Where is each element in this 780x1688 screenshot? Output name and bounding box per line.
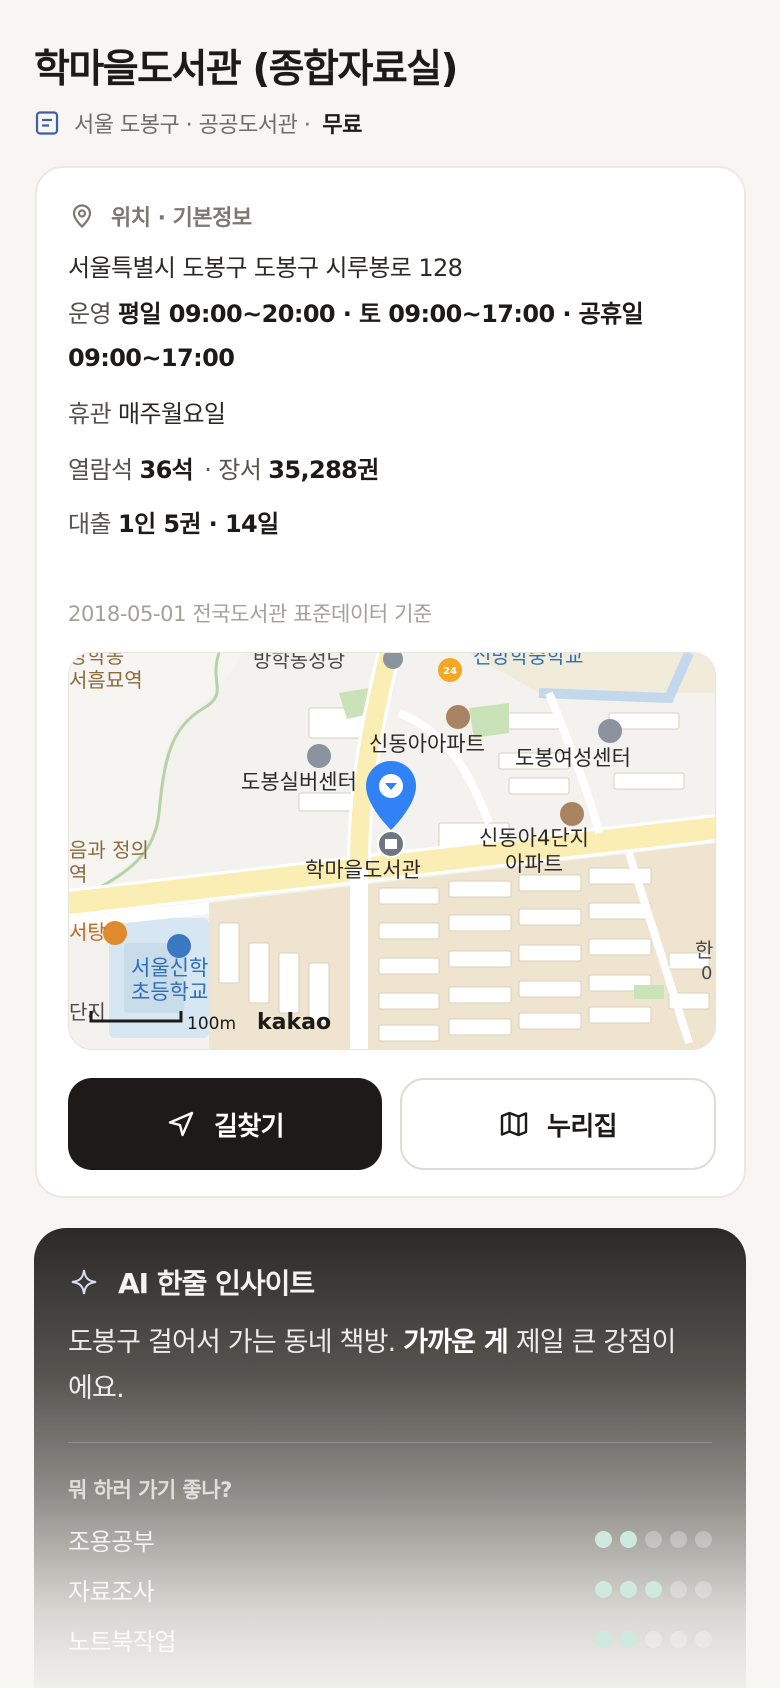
location-map[interactable]: 24 방학동성당 신방학중학교 신동아아파트 도봉여성센터 도봉실버센터 학마을…: [68, 652, 716, 1050]
rating-dot-empty: [695, 1530, 712, 1548]
address: 서울특별시 도봉구 도봉구 시루봉로 128: [68, 254, 463, 282]
rating-dot-filled: [645, 1580, 662, 1598]
map-label-left-top1: 방학동: [69, 653, 124, 668]
map-label-left-food: 서탕: [69, 920, 106, 944]
rating-dot-filled: [595, 1630, 612, 1648]
ai-insight-text: 도봉구 걸어서 가는 동네 책방. 가까운 게 제일 큰 강점이에요.: [68, 1320, 688, 1412]
books-value: 35,288권: [268, 456, 379, 484]
svg-text:24: 24: [443, 666, 457, 677]
loan-label: 대출: [68, 510, 112, 538]
page-title: 학마을도서관 (종합자료실): [34, 47, 458, 92]
map-fold-icon: [499, 1109, 529, 1139]
location-pin-icon: [69, 203, 95, 229]
map-label-apt1: 신동아아파트: [369, 732, 485, 756]
rating-row: 조용공부: [68, 1524, 712, 1556]
rating-dots: [595, 1530, 712, 1548]
ai-text-highlight: 가까운 게: [403, 1327, 509, 1358]
rating-dot-filled: [620, 1580, 637, 1598]
hours-label: 운영: [68, 300, 112, 328]
opening-hours: 운영 평일 09:00~20:00 · 토 09:00~17:00 · 공휴일 …: [68, 292, 688, 380]
closed-label: 휴관: [68, 400, 112, 428]
map-brand-logo: kakao: [257, 1010, 331, 1035]
rating-row: 자료조사: [68, 1574, 712, 1606]
rating-dot-filled: [595, 1530, 612, 1548]
map-label-apt2-line2: 아파트: [505, 852, 563, 876]
map-label-elem-line2: 초등학교: [131, 980, 208, 1004]
ai-insight-title: AI 한줄 인사이트: [118, 1267, 315, 1300]
rating-dot-filled: [595, 1580, 612, 1598]
rating-dot-filled: [620, 1630, 637, 1648]
rating-name: 조용공부: [68, 1527, 155, 1556]
section-heading: 위치 · 기본정보: [69, 200, 252, 232]
map-label-right-edge1: 한: [695, 938, 713, 962]
loan-policy: 대출 1인 5권 · 14일: [68, 504, 279, 539]
rating-dot-empty: [645, 1530, 662, 1548]
section-title: 위치 · 기본정보: [111, 206, 252, 231]
library-meta: 서울 도봉구 · 공공도서관 · 무료: [34, 106, 362, 140]
capacity: 열람석 36석 · 장서 35,288권: [68, 456, 379, 484]
map-label-senior-center: 도봉실버센터: [241, 770, 357, 794]
seats-label: 열람석: [68, 456, 133, 484]
map-label-elem-line1: 서울신학: [131, 956, 208, 980]
rating-dot-empty: [695, 1630, 712, 1648]
rating-dots: [595, 1580, 712, 1598]
hours-value: 평일 09:00~20:00 · 토 09:00~17:00 · 공휴일 09:…: [68, 300, 644, 372]
meta-text: 서울 도봉구 · 공공도서관 ·: [74, 113, 311, 138]
map-label-middle-school: 신방학중학교: [473, 653, 583, 668]
rating-name: 자료조사: [68, 1577, 155, 1606]
rating-dot-empty: [695, 1580, 712, 1598]
map-label-left-mid1: 음과 정의: [69, 838, 149, 862]
map-label-apt2-line1: 신동아4단지: [479, 826, 589, 850]
directions-label: 길찾기: [214, 1111, 285, 1142]
seats-value: 36석: [139, 456, 194, 484]
rating-dot-empty: [670, 1630, 687, 1648]
map-label-women-center: 도봉여성센터: [515, 746, 631, 770]
website-button[interactable]: 누리집: [400, 1078, 716, 1170]
directions-button[interactable]: 길찾기: [68, 1078, 382, 1170]
rating-dot-empty: [670, 1580, 687, 1598]
closed-days: 휴관 매주월요일: [68, 394, 226, 429]
ai-insight-card: AI 한줄 인사이트 도봉구 걸어서 가는 동네 책방. 가까운 게 제일 큰 …: [34, 1228, 746, 1688]
sparkle-icon: [70, 1268, 98, 1296]
rating-name: 노트북작업: [68, 1627, 176, 1656]
map-label-library: 학마을도서관: [305, 858, 421, 882]
ai-text-part: 도봉구 걸어서 가는 동네 책방.: [68, 1327, 404, 1358]
rating-row: 노트북작업: [68, 1624, 712, 1656]
map-label-left-mid2: 역: [69, 862, 87, 886]
rating-dot-filled: [620, 1530, 637, 1548]
info-card: 위치 · 기본정보 서울특별시 도봉구 도봉구 시루봉로 128 운영 평일 0…: [35, 166, 746, 1198]
books-label: 장서: [218, 456, 262, 484]
ai-insight-heading: AI 한줄 인사이트: [70, 1262, 315, 1302]
rating-dot-empty: [645, 1630, 662, 1648]
ai-question: 뭐 하러 가기 좋나?: [68, 1478, 232, 1502]
fee-badge: 무료: [322, 113, 362, 138]
rating-dots: [595, 1630, 712, 1648]
navigation-arrow-icon: [166, 1109, 196, 1139]
map-label-left-top2: 서흠묘역: [69, 668, 143, 692]
loan-value: 1인 5권 · 14일: [118, 510, 279, 538]
map-label-right-edge2: 0: [701, 963, 712, 984]
map-scale-label: 100m: [187, 1014, 236, 1034]
closed-value: 매주월요일: [118, 400, 226, 428]
website-label: 누리집: [547, 1111, 618, 1142]
divider: [68, 1442, 712, 1443]
source-note: 2018-05-01 전국도서관 표준데이터 기준: [68, 602, 432, 626]
map-label-church: 방학동성당: [253, 653, 345, 672]
document-icon: [34, 110, 60, 136]
rating-dot-empty: [670, 1530, 687, 1548]
